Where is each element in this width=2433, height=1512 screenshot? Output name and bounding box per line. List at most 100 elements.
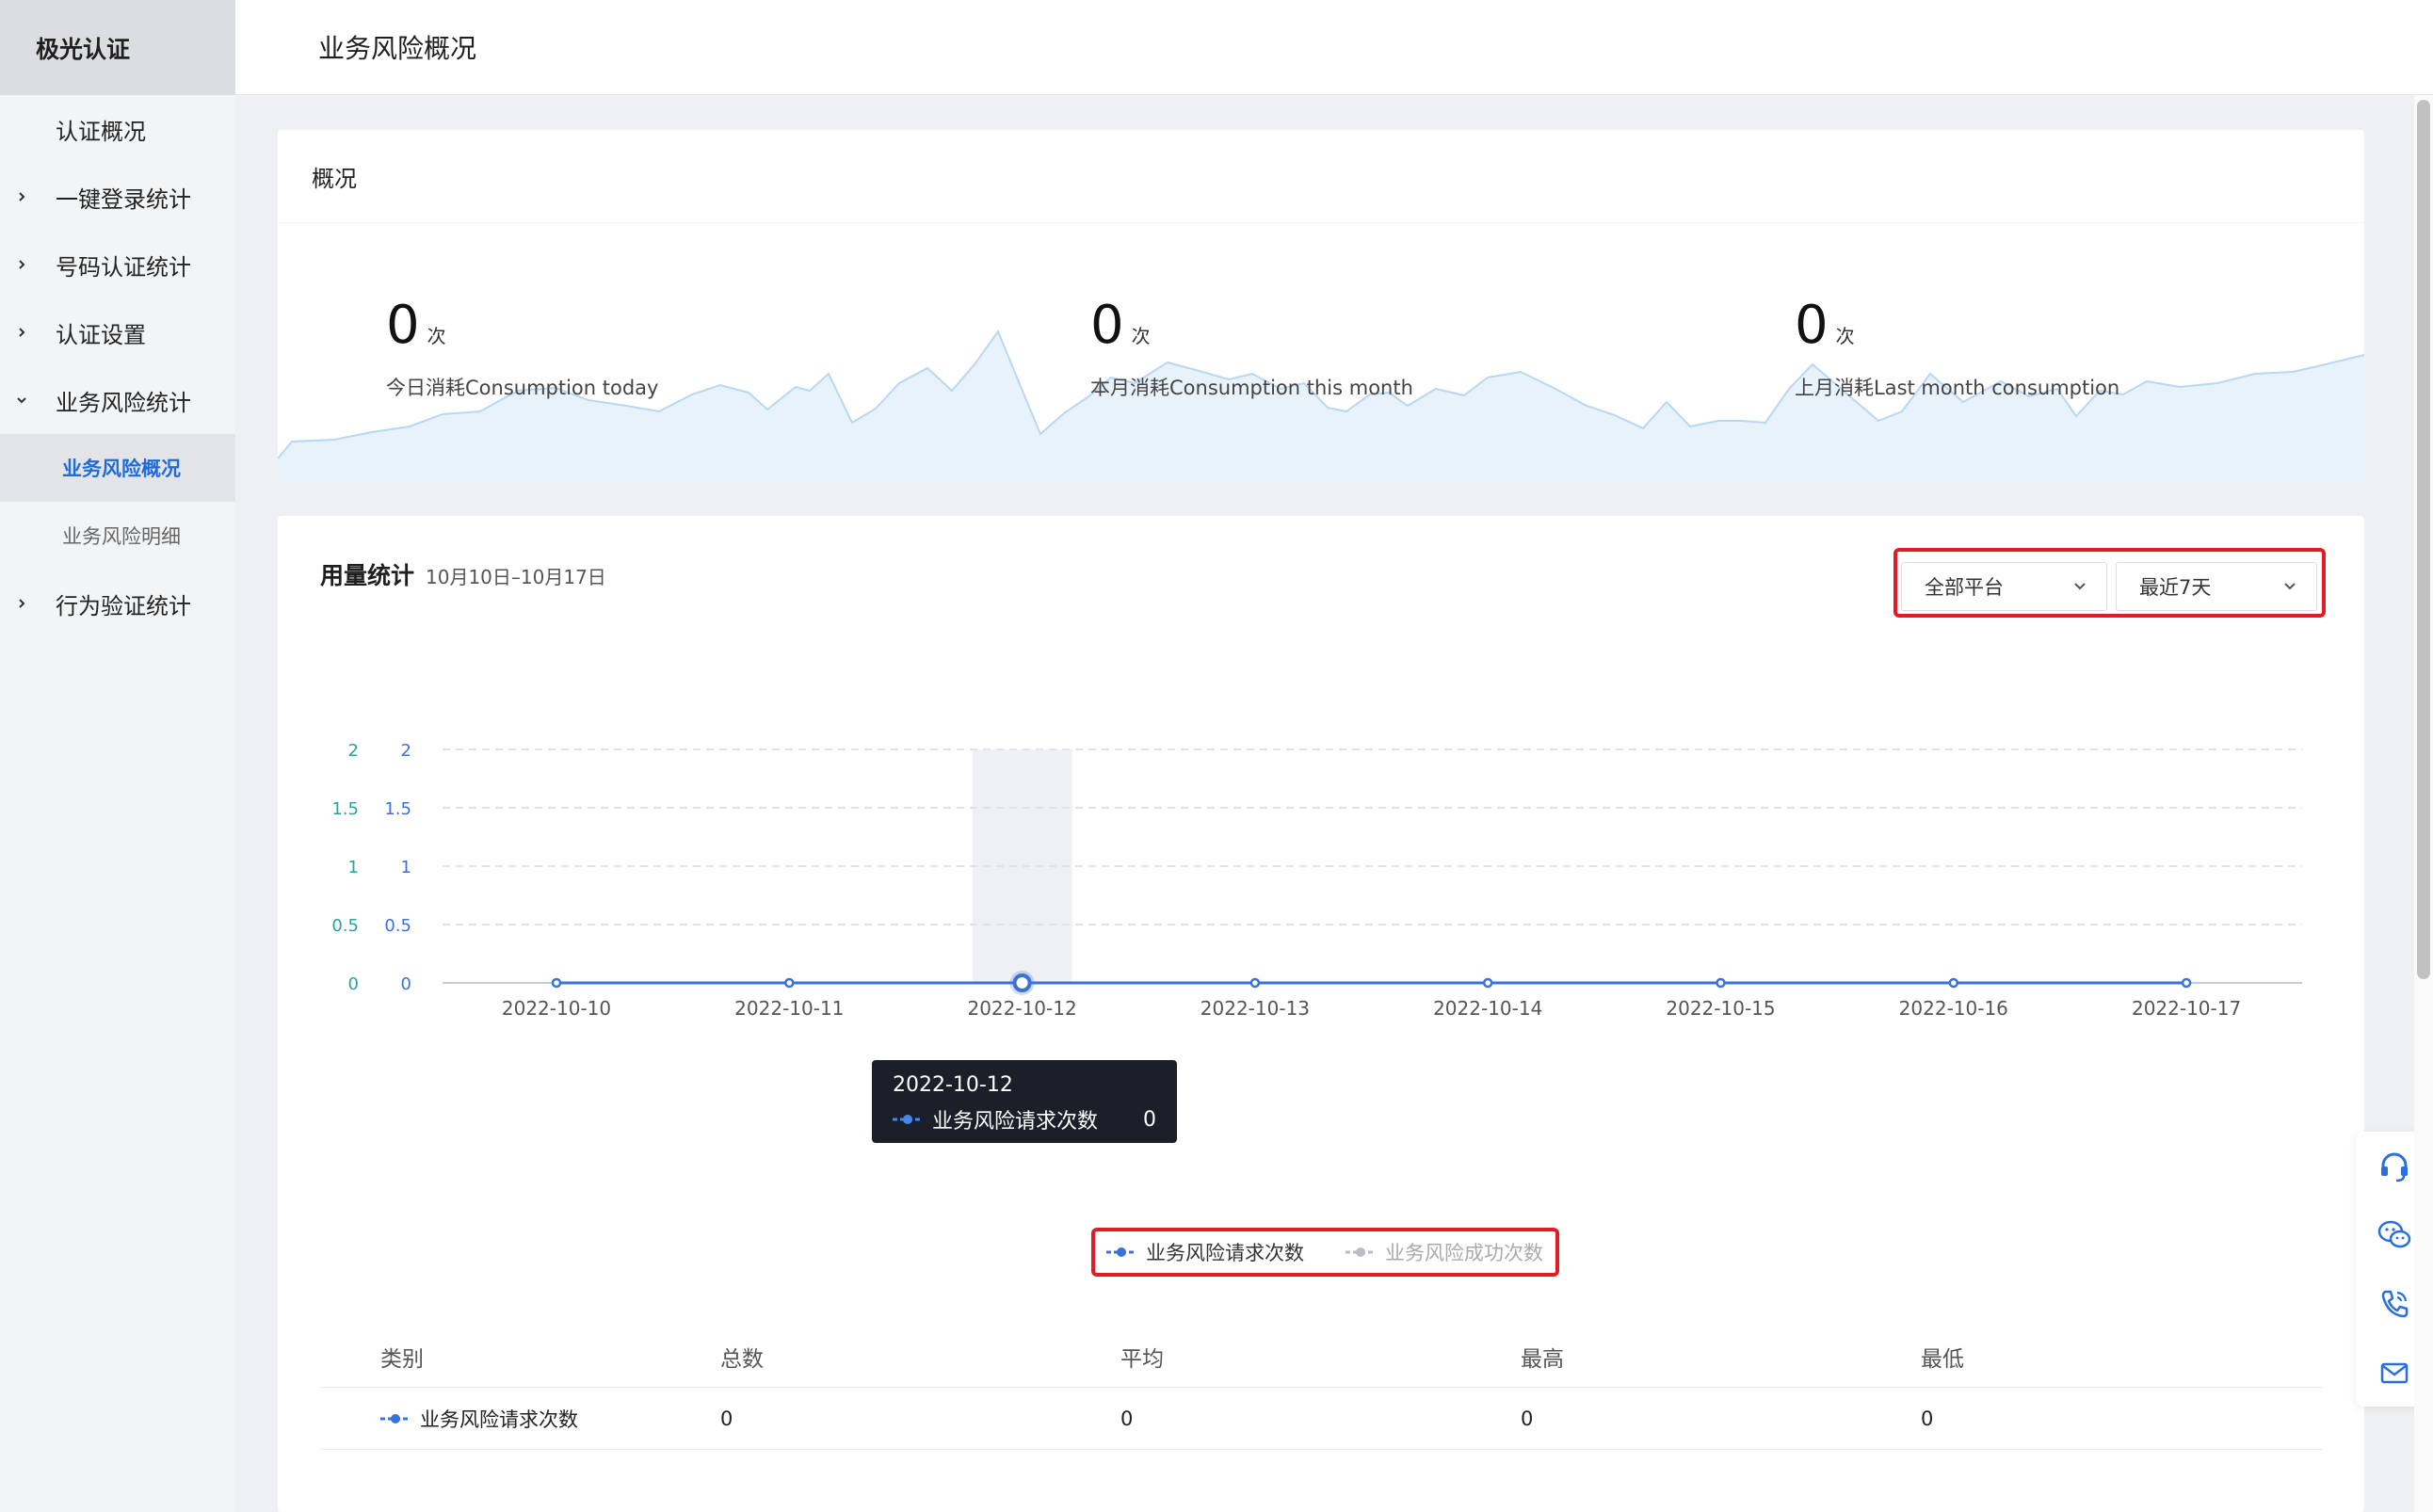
sidebar-item-auth-settings[interactable]: 认证设置 (0, 298, 235, 366)
sidebar-subitem-risk-detail[interactable]: 业务风险明细 (0, 502, 235, 570)
page-header: 业务风险概况 (235, 0, 2433, 95)
stat-unit: 次 (1835, 325, 1855, 347)
sidebar-item-label: 业务风险统计 (56, 389, 191, 416)
chevron-right-icon (17, 599, 26, 608)
brand-logo[interactable]: 极光认证 (0, 0, 235, 95)
wechat-icon (2377, 1220, 2411, 1247)
stat-label: 今日消耗Consumption today (386, 377, 659, 399)
x-tick-label: 2022-10-16 (1899, 997, 2008, 1020)
usage-card: 用量统计 10月10日–10月17日 全部平台 最近7天 0 0 0.5 0.5 1 1 1… (278, 516, 2364, 1512)
data-point[interactable] (2181, 977, 2192, 989)
stat-label: 上月消耗Last month consumption (1795, 377, 2120, 399)
table-header-cell: 总数 (720, 1346, 764, 1372)
page-title: 业务风险概况 (318, 33, 477, 64)
chevron-down-icon (2074, 583, 2086, 590)
platform-select[interactable]: 全部平台 (1901, 562, 2107, 611)
sidebar: 极光认证 认证概况 一键登录统计 号码认证统计 认证设置 业务风险统计 业务风险… (0, 0, 235, 1512)
legend-label: 业务风险请求次数 (1146, 1242, 1304, 1264)
usage-date-range: 10月10日–10月17日 (426, 566, 606, 588)
data-point[interactable] (551, 977, 562, 989)
stat-value: 0 (386, 295, 420, 356)
data-point[interactable] (1012, 973, 1032, 992)
chevron-down-icon (17, 395, 26, 405)
series-marker-icon (1345, 1247, 1376, 1257)
series-marker-icon (1106, 1247, 1136, 1257)
stat-last-month: 0次 上月消耗Last month consumption (1795, 299, 2119, 401)
x-tick-label: 2022-10-13 (1200, 997, 1310, 1020)
stat-this-month: 0次 本月消耗Consumption this month (1090, 299, 1413, 401)
period-select-value: 最近7天 (2139, 576, 2212, 599)
sidebar-item-label: 认证设置 (56, 321, 146, 348)
x-tick-label: 2022-10-12 (967, 997, 1076, 1020)
y-tick-label-left: 0.5 (331, 916, 359, 936)
y-tick-label-right: 2 (401, 741, 411, 761)
sidebar-item-label: 一键登录统计 (56, 185, 191, 213)
app-root: 极光认证 认证概况 一键登录统计 号码认证统计 认证设置 业务风险统计 业务风险… (0, 0, 2433, 1512)
stat-unit: 次 (1131, 325, 1151, 347)
usage-title: 用量统计 (320, 562, 415, 589)
table-header-cell: 最高 (1521, 1346, 1564, 1372)
tooltip-value: 0 (1143, 1107, 1156, 1132)
usage-line-chart[interactable]: 0 0 0.5 0.5 1 1 1.5 1.5 2 2 2022-10-10 2022-10-11 20… (278, 657, 2364, 1184)
sidebar-item-label: 号码认证统计 (56, 253, 191, 281)
mail-icon (2380, 1362, 2409, 1383)
stat-unit: 次 (427, 325, 446, 347)
x-tick-label: 2022-10-17 (2132, 997, 2241, 1020)
stat-value: 0 (1795, 295, 1829, 356)
sidebar-item-business-risk[interactable]: 业务风险统计 (0, 366, 235, 434)
sidebar-item-number-auth[interactable]: 号码认证统计 (0, 231, 235, 298)
chevron-right-icon (17, 192, 26, 201)
tooltip-date: 2022-10-12 (893, 1073, 1013, 1097)
sidebar-subitem-risk-overview[interactable]: 业务风险概况 (0, 434, 235, 502)
chevron-right-icon (17, 260, 26, 269)
legend-item-success[interactable]: 业务风险成功次数 (1345, 1238, 1543, 1266)
sidebar-item-behavior-verify[interactable]: 行为验证统计 (0, 570, 235, 637)
period-select[interactable]: 最近7天 (2116, 562, 2317, 611)
y-tick-label-left: 2 (348, 741, 359, 761)
table-header-cell: 类别 (380, 1346, 424, 1372)
legend-label: 业务风险成功次数 (1385, 1242, 1543, 1264)
x-tick-label: 2022-10-15 (1666, 997, 1775, 1020)
data-point[interactable] (784, 977, 795, 989)
stat-today: 0次 今日消耗Consumption today (386, 299, 658, 401)
data-point[interactable] (1716, 977, 1726, 989)
table-cell: 0 (720, 1407, 733, 1430)
filter-selects: 全部平台 最近7天 (1893, 548, 2326, 618)
table-header-cell: 平均 (1120, 1346, 1164, 1372)
table-cell: 0 (1120, 1407, 1134, 1430)
overview-title: 概况 (278, 130, 2364, 223)
y-tick-label-right: 1 (401, 858, 411, 877)
sidebar-item-auth-overview[interactable]: 认证概况 (0, 95, 235, 163)
data-point[interactable] (1948, 977, 1959, 989)
y-tick-label-right: 0 (401, 974, 411, 994)
overview-card: 概况 0次 今日消耗Consumption today 0次 本月消耗Consu… (278, 130, 2364, 482)
y-tick-label-right: 0.5 (384, 916, 411, 936)
series-marker-icon (380, 1413, 411, 1424)
chevron-right-icon (17, 328, 26, 337)
table-row: 业务风险请求次数 0 0 0 0 (320, 1388, 2322, 1450)
chevron-down-icon (2284, 583, 2296, 590)
x-tick-label: 2022-10-11 (734, 997, 844, 1020)
x-tick-label: 2022-10-14 (1433, 997, 1542, 1020)
page-scrollbar-thumb[interactable] (2417, 100, 2430, 979)
legend-item-requests[interactable]: 业务风险请求次数 (1106, 1238, 1304, 1266)
tooltip-series-name: 业务风险请求次数 (932, 1110, 1099, 1134)
table-cell-category: 业务风险请求次数 (320, 1405, 720, 1433)
platform-select-value: 全部平台 (1925, 576, 2004, 599)
stat-label: 本月消耗Consumption this month (1090, 377, 1413, 399)
table-cell: 0 (1521, 1407, 1534, 1430)
table-header-cell: 最低 (1921, 1346, 1964, 1372)
summary-table: 类别 总数 平均 最高 最低 业务风险请求次数 0 0 0 0 (320, 1326, 2322, 1450)
sidebar-item-label: 认证概况 (56, 118, 146, 145)
table-cell-text: 业务风险请求次数 (420, 1407, 578, 1431)
data-point[interactable] (1482, 977, 1493, 989)
y-tick-label-left: 1 (348, 858, 359, 877)
sidebar-item-onekey-login[interactable]: 一键登录统计 (0, 163, 235, 231)
stat-value: 0 (1090, 295, 1124, 356)
headset-icon (2381, 1152, 2408, 1182)
table-cell: 0 (1921, 1407, 1934, 1430)
x-tick-label: 2022-10-10 (502, 997, 611, 1020)
data-point[interactable] (1249, 977, 1261, 989)
phone-icon (2381, 1290, 2409, 1317)
y-tick-label-right: 1.5 (384, 799, 411, 819)
